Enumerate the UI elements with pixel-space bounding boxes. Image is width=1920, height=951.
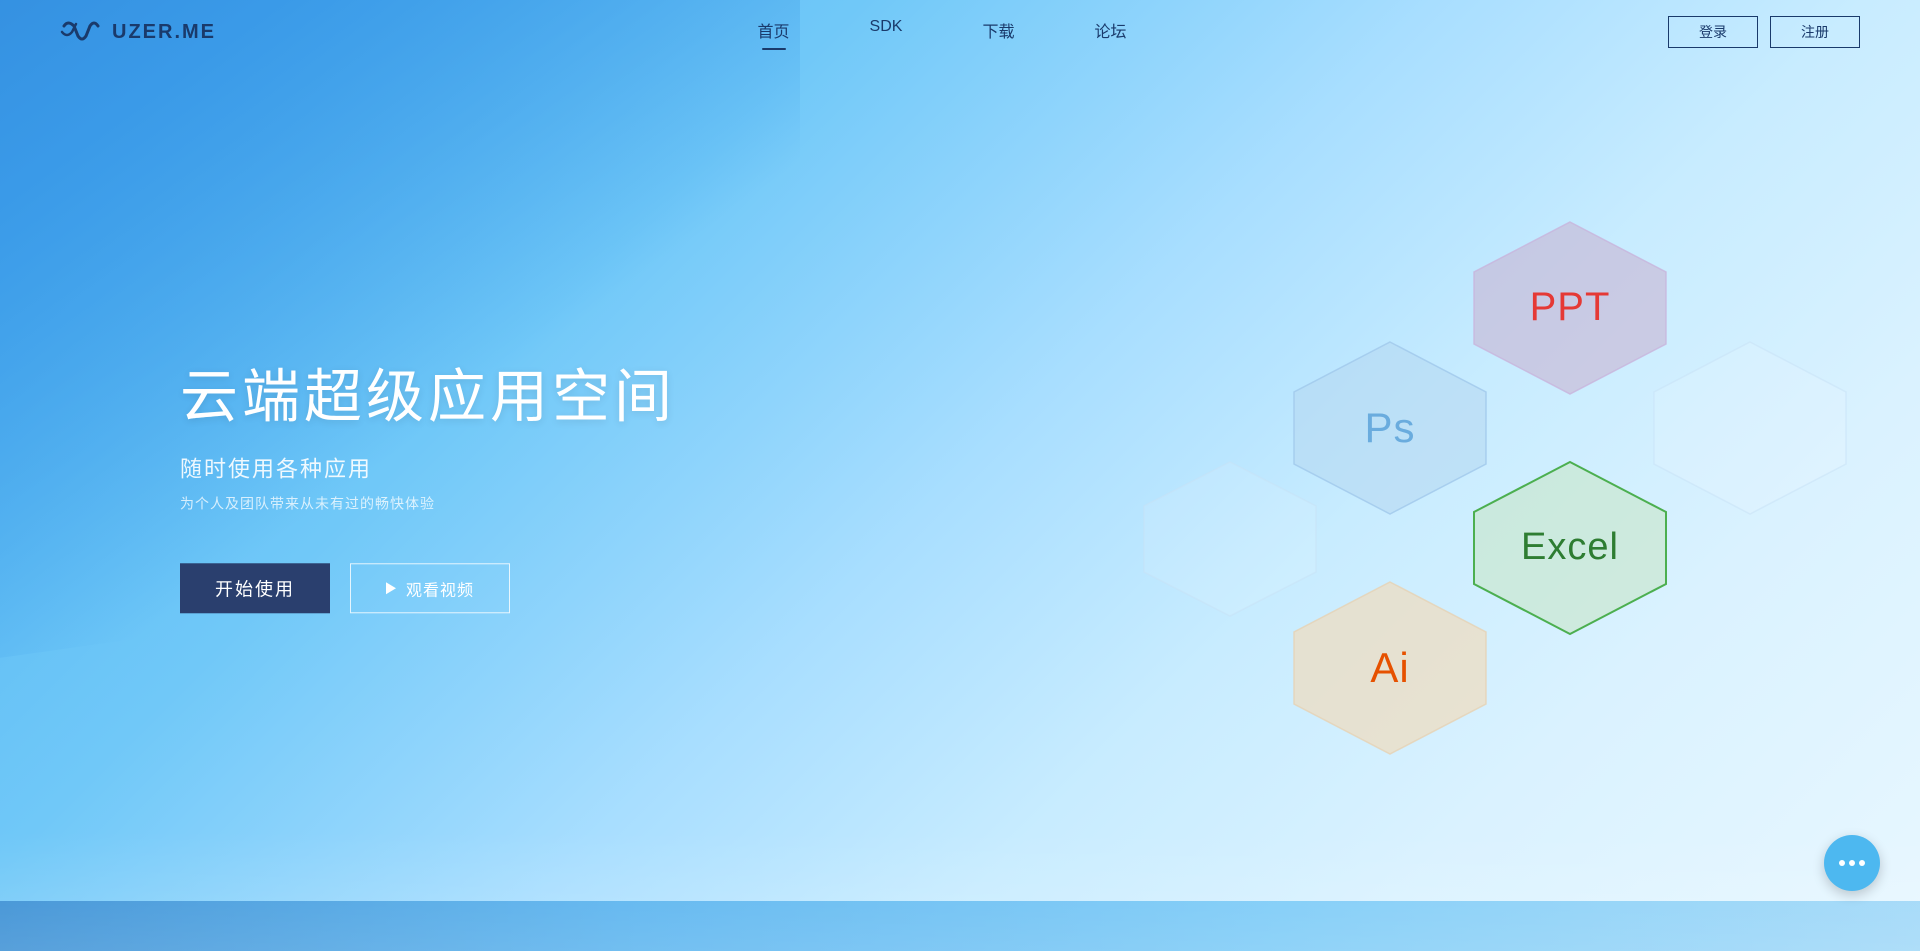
nav-item-download[interactable]: 下载 [982,18,1014,46]
ai-label: Ai [1370,644,1409,692]
hex-ai: Ai [1290,580,1490,756]
hex-outline-left [1140,460,1320,618]
start-button[interactable]: 开始使用 [180,563,330,613]
chat-dot-3 [1859,860,1865,866]
hex-outline-top [1650,340,1850,516]
main-nav: 首页 SDK 下载 论坛 [216,18,1668,46]
play-icon [386,582,396,594]
hero-desc: 为个人及团队带来从未有过的畅快体验 [180,493,676,513]
ppt-label: PPT [1530,285,1611,330]
hero-buttons: 开始使用 观看视频 [180,563,676,613]
ps-label: Ps [1364,404,1415,452]
bottom-strip [0,901,1920,951]
hex-ppt: PPT [1470,220,1670,396]
logo-text: UZER.ME [112,21,216,44]
excel-label: Excel [1521,526,1619,569]
auth-buttons: 登录 注册 [1668,16,1860,48]
chat-dots [1839,860,1865,866]
hex-excel: Excel [1470,460,1670,636]
logo: UZER.ME [60,18,216,46]
nav-item-sdk[interactable]: SDK [870,18,903,46]
logo-icon [60,18,102,46]
hero-section: UZER.ME 首页 SDK 下载 论坛 登录 注册 云端超级应用空间 随时使用… [0,0,1920,951]
video-button[interactable]: 观看视频 [350,563,510,613]
nav-item-forum[interactable]: 论坛 [1094,18,1126,46]
nav-item-home[interactable]: 首页 [758,18,790,46]
hexagons-container: PPT Ps Excel [1140,200,1840,800]
chat-dot-2 [1849,860,1855,866]
register-button[interactable]: 注册 [1770,16,1860,48]
hex-ps: Ps [1290,340,1490,516]
hero-content: 云端超级应用空间 随时使用各种应用 为个人及团队带来从未有过的畅快体验 开始使用… [180,349,676,613]
video-label: 观看视频 [406,576,474,600]
chat-dot-1 [1839,860,1845,866]
hero-subtitle: 随时使用各种应用 [180,451,676,483]
login-button[interactable]: 登录 [1668,16,1758,48]
chat-bubble[interactable] [1824,835,1880,891]
hero-title: 云端超级应用空间 [180,349,676,433]
header: UZER.ME 首页 SDK 下载 论坛 登录 注册 [0,0,1920,64]
